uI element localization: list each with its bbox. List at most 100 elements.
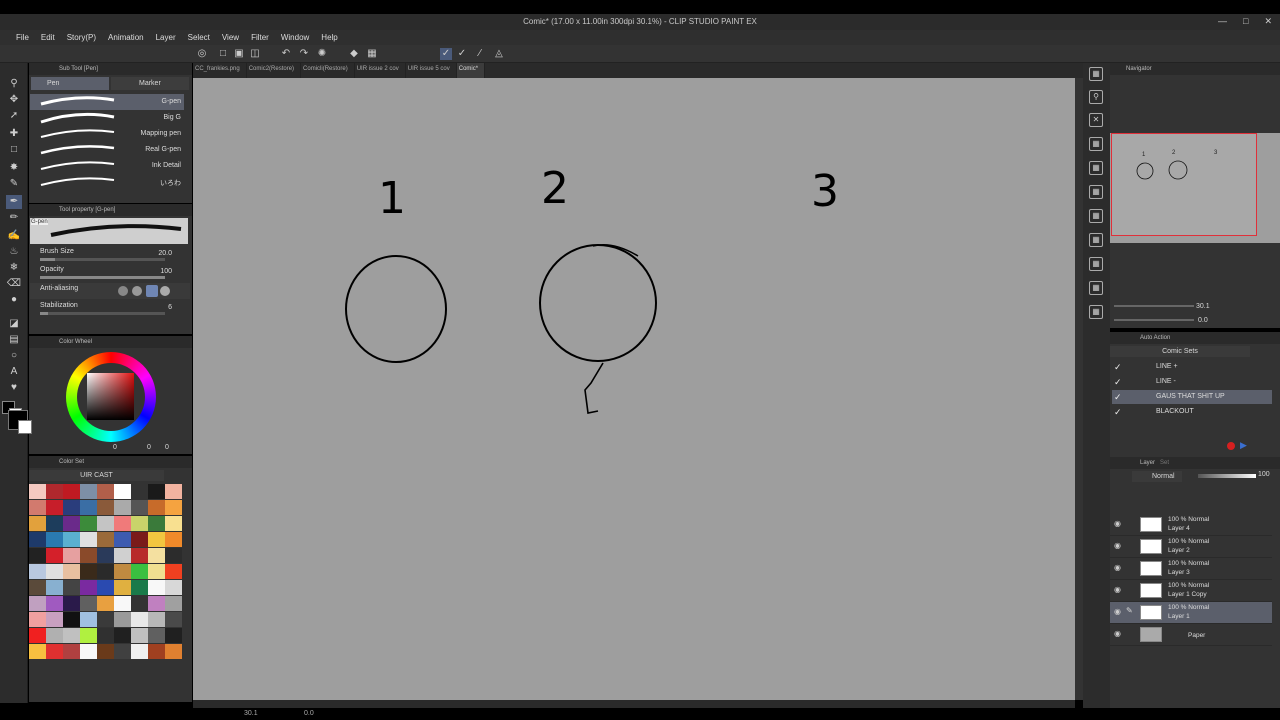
menu-edit[interactable]: Edit: [35, 33, 61, 42]
color-swatch[interactable]: [165, 564, 182, 579]
color-swatch[interactable]: [148, 580, 165, 595]
open-file-icon[interactable]: ▣: [233, 48, 245, 60]
color-swatch[interactable]: [80, 644, 97, 659]
airbrush-icon[interactable]: ♨: [6, 245, 22, 259]
redo-icon[interactable]: ↷: [298, 48, 310, 60]
color-swatch[interactable]: [148, 516, 165, 531]
wheel-sub-color[interactable]: [18, 420, 32, 434]
close-icon[interactable]: ✕: [1264, 16, 1272, 27]
color-swatch[interactable]: [165, 516, 182, 531]
color-swatch[interactable]: [46, 500, 63, 515]
auto-action-item-line-plus[interactable]: ✓ LINE +: [1112, 360, 1272, 374]
tab-uir-2[interactable]: UIR issue 2 cov: [355, 63, 406, 78]
saturation-value-square[interactable]: [87, 373, 134, 420]
material-5-icon[interactable]: ▦: [1089, 257, 1103, 271]
color-swatch[interactable]: [63, 500, 80, 515]
color-swatch[interactable]: [63, 548, 80, 563]
color-swatch[interactable]: [148, 644, 165, 659]
color-swatch[interactable]: [46, 612, 63, 627]
rotation-slider[interactable]: [1114, 315, 1194, 325]
color-swatch[interactable]: [148, 532, 165, 547]
color-swatch[interactable]: [114, 548, 131, 563]
color-swatch[interactable]: [46, 564, 63, 579]
menu-view[interactable]: View: [216, 33, 245, 42]
auto-action-item-blackout[interactable]: ✓ BLACKOUT: [1112, 405, 1272, 419]
material-4-icon[interactable]: ▦: [1089, 233, 1103, 247]
color-swatch[interactable]: [131, 516, 148, 531]
text-icon[interactable]: A: [6, 365, 22, 379]
brush-icon[interactable]: ✍: [6, 229, 22, 243]
zoom-icon[interactable]: ⚲: [6, 77, 22, 91]
selection-icon[interactable]: □: [6, 143, 22, 157]
loading-icon[interactable]: ✺: [316, 48, 328, 60]
color-swatch[interactable]: [80, 500, 97, 515]
blend-icon[interactable]: ●: [6, 293, 22, 307]
brush-size-value[interactable]: 20.0: [158, 250, 172, 257]
color-swatch[interactable]: [114, 644, 131, 659]
navigator-zoom[interactable]: 30.1: [1196, 303, 1210, 310]
perspective-icon[interactable]: ∕: [474, 48, 486, 60]
subtool-item-big-g[interactable]: Big G: [30, 110, 184, 126]
color-swatch[interactable]: [114, 612, 131, 627]
menu-help[interactable]: Help: [315, 33, 343, 42]
play-icon[interactable]: ▶: [1240, 440, 1247, 451]
layer-row-layer-4[interactable]: ◉ 100 % Normal Layer 4: [1110, 514, 1272, 536]
color-swatch[interactable]: [63, 596, 80, 611]
color-swatch[interactable]: [29, 628, 46, 643]
color-swatch[interactable]: [114, 596, 131, 611]
color-swatch[interactable]: [165, 580, 182, 595]
aa-strong-icon[interactable]: [160, 286, 170, 296]
maximize-icon[interactable]: □: [1243, 16, 1248, 27]
move-layer-icon[interactable]: ✚: [6, 127, 22, 141]
layer-row-layer-1[interactable]: ◉ ✎ 100 % Normal Layer 1: [1110, 602, 1272, 624]
eye-icon[interactable]: ◉: [1114, 563, 1121, 572]
color-swatch[interactable]: [46, 548, 63, 563]
menu-story[interactable]: Story(P): [61, 33, 102, 42]
tab-uir-5[interactable]: UIR issue 5 cov: [406, 63, 457, 78]
color-swatch[interactable]: [63, 532, 80, 547]
color-swatch[interactable]: [165, 644, 182, 659]
color-swatch[interactable]: [29, 580, 46, 595]
color-swatch[interactable]: [114, 484, 131, 499]
blend-mode-dropdown[interactable]: Normal: [1132, 471, 1182, 482]
color-swatch[interactable]: [148, 548, 165, 563]
color-swatch[interactable]: [46, 596, 63, 611]
tab-comic2[interactable]: Comic2(Restore): [247, 63, 302, 78]
color-swatch[interactable]: [46, 532, 63, 547]
color-set-dropdown[interactable]: UIR CAST: [29, 470, 164, 481]
color-swatch[interactable]: [97, 628, 114, 643]
material-icon[interactable]: ▦: [1089, 161, 1103, 175]
material-2-icon[interactable]: ▦: [1089, 185, 1103, 199]
horizontal-scrollbar[interactable]: [193, 700, 1075, 708]
eye-icon[interactable]: ◉: [1114, 607, 1121, 616]
color-swatch[interactable]: [165, 596, 182, 611]
color-swatch[interactable]: [80, 548, 97, 563]
auto-select-icon[interactable]: ✸: [6, 161, 22, 175]
menu-file[interactable]: File: [10, 33, 35, 42]
color-swatch[interactable]: [165, 548, 182, 563]
color-swatch[interactable]: [80, 564, 97, 579]
save-icon[interactable]: ◫: [249, 48, 261, 60]
search-icon[interactable]: ⚲: [1089, 90, 1103, 104]
color-swatch[interactable]: [29, 484, 46, 499]
color-swatch[interactable]: [46, 484, 63, 499]
subtool-item-real-g-pen[interactable]: Real G-pen: [30, 142, 184, 158]
color-swatch[interactable]: [97, 484, 114, 499]
anti-aliasing-row[interactable]: Anti-aliasing: [30, 283, 190, 299]
auto-action-item-gaus[interactable]: ✓ GAUS THAT SHIT UP: [1112, 390, 1272, 404]
subtool-item-ink-detail[interactable]: Ink Detail: [30, 158, 184, 174]
aa-weak-icon[interactable]: [132, 286, 142, 296]
eyedropper-icon[interactable]: ✎: [6, 177, 22, 191]
figure-icon[interactable]: ○: [6, 349, 22, 363]
color-swatch[interactable]: [63, 612, 80, 627]
fill-icon[interactable]: ◆: [348, 48, 360, 60]
material-3-icon[interactable]: ▦: [1089, 209, 1103, 223]
color-swatch[interactable]: [80, 612, 97, 627]
menu-animation[interactable]: Animation: [102, 33, 150, 42]
color-swatch[interactable]: [29, 500, 46, 515]
check-icon[interactable]: ✓: [1114, 377, 1122, 388]
color-swatch[interactable]: [165, 500, 182, 515]
color-swatch[interactable]: [97, 548, 114, 563]
record-icon[interactable]: [1227, 442, 1235, 450]
color-swatch[interactable]: [114, 628, 131, 643]
